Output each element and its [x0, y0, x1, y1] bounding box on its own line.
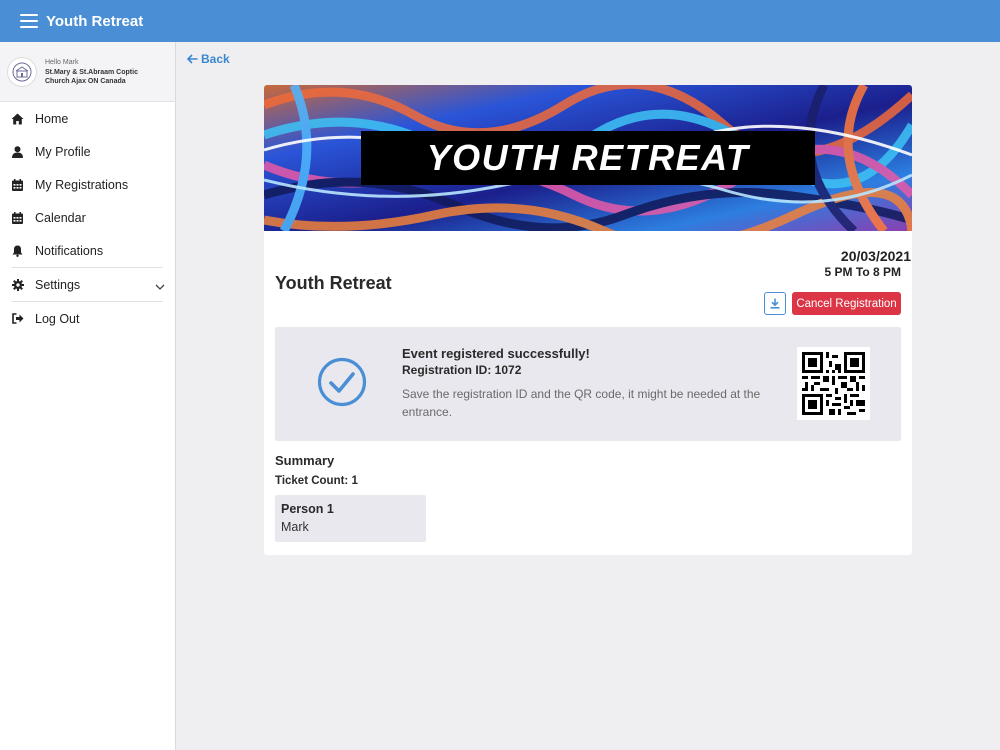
- event-card: YOUTH RETREAT Youth Retreat 20/03/2021 5…: [264, 85, 912, 555]
- sidebar: Hello Mark St.Mary & St.Abraam Coptic Ch…: [0, 42, 176, 750]
- logout-icon: [11, 312, 24, 325]
- event-banner: YOUTH RETREAT: [264, 85, 912, 231]
- hamburger-icon[interactable]: [20, 14, 38, 28]
- arrow-left-icon: [187, 54, 198, 64]
- sidebar-item-home[interactable]: Home: [0, 102, 175, 135]
- summary-heading: Summary: [275, 453, 335, 468]
- sidebar-item-settings[interactable]: Settings: [0, 268, 175, 301]
- church-logo: [7, 56, 37, 87]
- top-app-bar: Youth Retreat: [0, 0, 1000, 42]
- greeting: Hello Mark: [45, 58, 79, 66]
- person-name: Mark: [281, 520, 309, 534]
- sidebar-item-label: My Registrations: [35, 177, 129, 192]
- registration-success-panel: Event registered successfully! Registrat…: [275, 327, 901, 441]
- chevron-down-icon[interactable]: [155, 280, 165, 294]
- sidebar-item-label: Log Out: [35, 311, 80, 326]
- gear-icon: [11, 278, 24, 291]
- success-note: Save the registration ID and the QR code…: [402, 387, 761, 419]
- user-info: Hello Mark St.Mary & St.Abraam Coptic Ch…: [0, 42, 175, 102]
- bell-icon: [11, 244, 24, 257]
- ticket-count: Ticket Count: 1: [275, 475, 358, 487]
- calendar-icon: [11, 211, 24, 224]
- sidebar-item-label: Notifications: [35, 243, 104, 258]
- sidebar-item-label: Settings: [35, 277, 81, 292]
- sidebar-item-label: Calendar: [35, 210, 86, 225]
- sidebar-nav: Home My Profile My Registrations Calenda…: [0, 102, 175, 335]
- download-icon: [770, 298, 780, 309]
- sidebar-item-label: My Profile: [35, 144, 91, 159]
- person-title: Person 1: [281, 502, 334, 516]
- back-link[interactable]: Back: [187, 52, 230, 66]
- calendar-grid-icon: [11, 178, 24, 191]
- church-name-line2: Church Ajax ON Canada: [45, 77, 126, 85]
- sidebar-item-calendar[interactable]: Calendar: [0, 201, 175, 234]
- download-button[interactable]: [764, 292, 786, 315]
- back-label: Back: [201, 52, 230, 66]
- event-time: 5 PM To 8 PM: [824, 265, 901, 279]
- banner-title: YOUTH RETREAT: [426, 137, 750, 178]
- check-circle-icon: [317, 357, 367, 407]
- user-icon: [11, 145, 24, 158]
- cancel-registration-button[interactable]: Cancel Registration: [792, 292, 901, 315]
- sidebar-item-my-profile[interactable]: My Profile: [0, 135, 175, 168]
- church-name-line1: St.Mary & St.Abraam Coptic: [45, 68, 138, 76]
- event-title: Youth Retreat: [275, 273, 392, 293]
- sidebar-item-my-registrations[interactable]: My Registrations: [0, 168, 175, 201]
- event-date: 20/03/2021: [840, 248, 911, 264]
- person-card: Person 1 Mark: [275, 495, 426, 542]
- banner-title-box: YOUTH RETREAT: [361, 131, 815, 185]
- registration-id: Registration ID: 1072: [402, 363, 522, 377]
- sidebar-item-notifications[interactable]: Notifications: [0, 234, 175, 267]
- sidebar-item-label: Home: [35, 111, 69, 126]
- success-title: Event registered successfully!: [402, 346, 590, 361]
- home-icon: [11, 112, 24, 125]
- sidebar-item-log-out[interactable]: Log Out: [0, 302, 175, 335]
- app-title: Youth Retreat: [46, 12, 144, 30]
- qr-code: [797, 347, 870, 420]
